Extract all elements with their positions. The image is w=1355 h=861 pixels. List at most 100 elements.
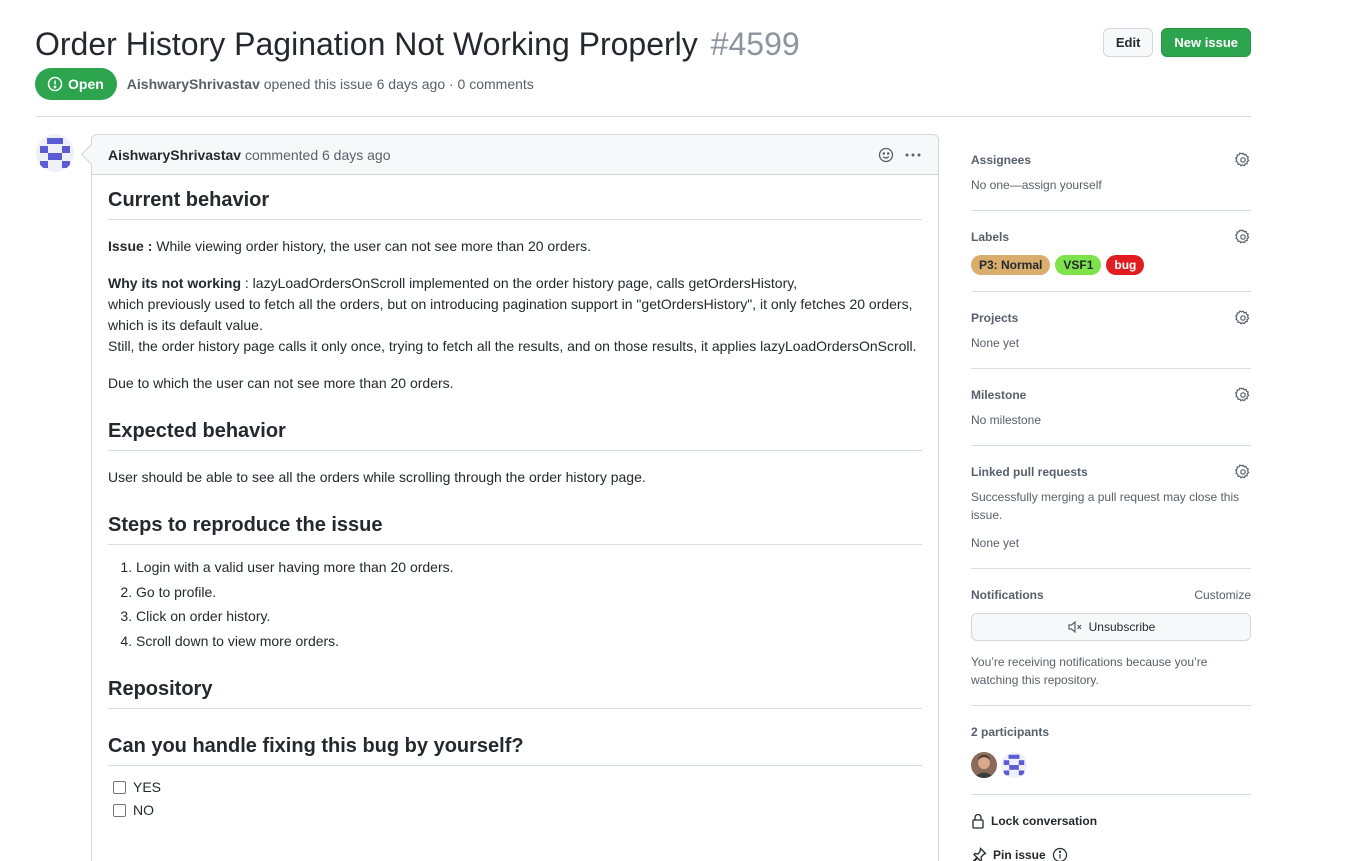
unsubscribe-button[interactable]: Unsubscribe xyxy=(971,613,1251,641)
assignees-title[interactable]: Assignees xyxy=(971,153,1031,167)
list-item: Go to profile. xyxy=(136,582,922,603)
task-item-no: NO xyxy=(113,799,922,822)
expected-paragraph: User should be able to see all the order… xyxy=(108,469,646,485)
identicon-icon xyxy=(1001,752,1027,778)
projects-title[interactable]: Projects xyxy=(971,311,1018,325)
issue-text: While viewing order history, the user ca… xyxy=(152,238,591,254)
label-list: P3: Normal VSF1 bug xyxy=(971,255,1251,275)
notifications-reason: You’re receiving notifications because y… xyxy=(971,655,1208,687)
sidebar-notifications: Notifications Customize Unsubscribe You’… xyxy=(971,569,1251,706)
issue-meta: Open AishwaryShrivastav opened this issu… xyxy=(35,68,1251,100)
smiley-icon[interactable] xyxy=(878,147,894,163)
list-item: Click on order history. xyxy=(136,606,922,627)
why-paragraph: Why its not working : lazyLoadOrdersOnSc… xyxy=(108,273,922,357)
gear-icon[interactable] xyxy=(1235,310,1251,326)
comment-header: AishwaryShrivastav commented 6 days ago xyxy=(92,135,938,175)
list-item: Login with a valid user having more than… xyxy=(136,557,922,578)
issue-comment: AishwaryShrivastav commented 6 days ago … xyxy=(91,134,939,861)
gear-icon[interactable] xyxy=(1235,464,1251,480)
sidebar-labels: Labels P3: Normal VSF1 bug xyxy=(971,211,1251,292)
kebab-menu-icon[interactable] xyxy=(904,147,922,163)
sidebar-participants-head: 2 participants xyxy=(971,722,1251,742)
why-line-1: : lazyLoadOrdersOnScroll implemented on … xyxy=(241,275,798,291)
avatar[interactable] xyxy=(36,134,74,172)
heading-current-behavior: Current behavior xyxy=(108,187,922,220)
lock-label: Lock conversation xyxy=(991,814,1098,828)
label-vsf1[interactable]: VSF1 xyxy=(1055,255,1102,275)
issue-header: Order History Pagination Not Working Pro… xyxy=(35,24,1251,100)
heading-steps: Steps to reproduce the issue xyxy=(108,512,922,545)
issue-label: Issue : xyxy=(108,238,153,254)
comment-time[interactable]: commented 6 days ago xyxy=(245,147,391,163)
sidebar-projects: Projects None yet xyxy=(971,292,1251,369)
issue-title-text: Order History Pagination Not Working Pro… xyxy=(35,26,698,62)
task-label-yes: YES xyxy=(133,779,162,795)
lock-conversation-link[interactable]: Lock conversation xyxy=(971,811,1251,831)
info-icon[interactable] xyxy=(1052,847,1068,861)
customize-link[interactable]: Customize xyxy=(1194,588,1251,602)
why-label: Why its not working xyxy=(108,275,241,291)
gear-icon[interactable] xyxy=(1235,387,1251,403)
due-paragraph: Due to which the user can not see more t… xyxy=(108,375,454,391)
linked-prs-value: None yet xyxy=(971,536,1020,550)
status-badge: Open xyxy=(35,68,117,100)
milestone-title[interactable]: Milestone xyxy=(971,388,1026,402)
comment-tools xyxy=(878,147,922,163)
labels-title[interactable]: Labels xyxy=(971,230,1009,244)
gear-icon[interactable] xyxy=(1235,152,1251,168)
issue-meta-text: AishwaryShrivastav opened this issue 6 d… xyxy=(127,76,534,92)
issue-opened-text: opened this issue 6 days ago · 0 comment… xyxy=(263,76,534,92)
sidebar-assignees: Assignees No one—assign yourself xyxy=(971,134,1251,211)
notifications-title: Notifications xyxy=(971,588,1044,602)
assignees-value[interactable]: No one—assign yourself xyxy=(971,176,1251,194)
comment-byline: AishwaryShrivastav commented 6 days ago xyxy=(108,147,391,163)
sidebar-actions: Lock conversation Pin issue xyxy=(971,795,1251,861)
participant-list xyxy=(971,752,1251,778)
status-text: Open xyxy=(68,76,104,92)
gear-icon[interactable] xyxy=(1235,229,1251,245)
edit-button[interactable]: Edit xyxy=(1102,28,1154,57)
pin-issue-link[interactable]: Pin issue xyxy=(971,845,1251,861)
issue-number: #4599 xyxy=(710,26,800,62)
sidebar-notifications-head: Notifications Customize xyxy=(971,585,1251,605)
header-divider xyxy=(35,116,1251,117)
issue-author-link[interactable]: AishwaryShrivastav xyxy=(127,76,260,92)
projects-value: None yet xyxy=(971,336,1020,350)
pin-label: Pin issue xyxy=(993,848,1046,861)
why-line-3: Still, the order history page calls it o… xyxy=(108,338,917,354)
checkbox-yes[interactable] xyxy=(113,780,126,794)
sidebar-linked-prs-head: Linked pull requests xyxy=(971,462,1251,482)
comment-body: Current behavior Issue : While viewing o… xyxy=(92,175,938,822)
label-bug[interactable]: bug xyxy=(1106,255,1145,275)
task-list: YES NO xyxy=(108,776,922,822)
issue-sidebar: Assignees No one—assign yourself Labels … xyxy=(971,134,1251,861)
avatar[interactable] xyxy=(1001,752,1027,778)
unsubscribe-label: Unsubscribe xyxy=(1088,620,1156,634)
sidebar-participants: 2 participants xyxy=(971,706,1251,795)
milestone-value: No milestone xyxy=(971,413,1042,427)
issue-paragraph: Issue : While viewing order history, the… xyxy=(108,236,922,257)
new-issue-button[interactable]: New issue xyxy=(1161,28,1251,57)
header-actions: Edit New issue xyxy=(1102,28,1251,57)
issue-title: Order History Pagination Not Working Pro… xyxy=(35,24,800,64)
issue-open-icon xyxy=(47,76,63,92)
identicon-icon xyxy=(36,134,74,172)
sidebar-milestone-head: Milestone xyxy=(971,385,1251,405)
sidebar-labels-head: Labels xyxy=(971,227,1251,247)
task-item-yes: YES xyxy=(113,776,922,799)
pin-icon xyxy=(972,847,987,861)
comment-author-link[interactable]: AishwaryShrivastav xyxy=(108,147,241,163)
mute-icon xyxy=(1068,620,1082,634)
user-photo-icon xyxy=(971,752,997,778)
task-label-no: NO xyxy=(133,802,154,818)
checkbox-no[interactable] xyxy=(113,803,126,817)
sidebar-milestone: Milestone No milestone xyxy=(971,369,1251,446)
sidebar-projects-head: Projects xyxy=(971,308,1251,328)
steps-list: Login with a valid user having more than… xyxy=(136,557,922,652)
heading-expected-behavior: Expected behavior xyxy=(108,418,922,451)
linked-prs-title[interactable]: Linked pull requests xyxy=(971,465,1088,479)
label-p3-normal[interactable]: P3: Normal xyxy=(971,255,1051,275)
heading-handle-bug: Can you handle fixing this bug by yourse… xyxy=(108,733,922,766)
lock-icon xyxy=(972,813,984,829)
avatar[interactable] xyxy=(971,752,997,778)
